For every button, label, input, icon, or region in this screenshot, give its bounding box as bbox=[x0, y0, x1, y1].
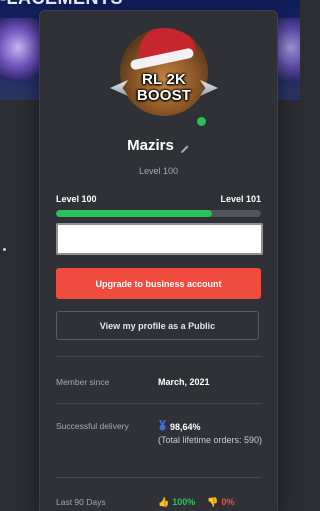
delivery-note: (Total lifetime orders: 590) bbox=[158, 435, 263, 445]
divider bbox=[56, 403, 261, 404]
positive-value: 100% bbox=[172, 497, 196, 507]
thumbs-down-icon: 👎 bbox=[207, 497, 219, 507]
member-since-label: Member since bbox=[56, 377, 110, 387]
background-dot bbox=[3, 248, 6, 251]
member-since-value: March, 2021 bbox=[158, 377, 210, 387]
xp-progress-bar bbox=[56, 210, 261, 217]
divider bbox=[56, 477, 261, 478]
negative-rating: 👎 0% bbox=[207, 497, 234, 508]
medal-icon bbox=[158, 420, 167, 431]
view-public-profile-button[interactable]: View my profile as a Public bbox=[56, 311, 259, 340]
background-header-title: -LACEMENTS bbox=[0, 0, 123, 9]
online-status-icon bbox=[195, 115, 208, 128]
successful-delivery-value: 98,64% (Total lifetime orders: 590) bbox=[158, 420, 273, 446]
avatar-text-line2: BOOST bbox=[136, 87, 192, 104]
divider bbox=[56, 356, 261, 357]
xp-next-level: Level 101 bbox=[220, 194, 261, 204]
avatar-badge-text: RL 2K BOOST bbox=[120, 72, 208, 104]
avatar-image: RL 2K BOOST bbox=[120, 28, 208, 116]
xp-current-level: Level 100 bbox=[56, 194, 97, 204]
profile-name: Mazirs bbox=[127, 137, 174, 154]
upgrade-business-button[interactable]: Upgrade to business account bbox=[56, 268, 261, 299]
successful-delivery-label: Successful delivery bbox=[56, 421, 129, 431]
avatar[interactable]: RL 2K BOOST bbox=[110, 28, 208, 128]
profile-name-row: Mazirs bbox=[40, 137, 277, 154]
last-90-days-label: Last 90 Days bbox=[56, 497, 106, 507]
avatar-text-line1: RL 2K bbox=[141, 71, 187, 88]
thumbs-up-icon: 👍 bbox=[158, 497, 170, 507]
profile-dropdown-panel: RL 2K BOOST Mazirs Level 100 Level 100 L… bbox=[39, 10, 278, 511]
blank-input-field[interactable] bbox=[56, 223, 263, 255]
positive-rating: 👍 100% bbox=[158, 497, 195, 508]
rating-row: 👍 100% 👎 0% bbox=[158, 497, 234, 508]
delivery-percent: 98,64% bbox=[170, 422, 201, 432]
xp-progress-fill bbox=[56, 210, 212, 217]
negative-value: 0% bbox=[221, 497, 235, 507]
pencil-icon[interactable] bbox=[180, 141, 190, 153]
xp-labels: Level 100 Level 101 bbox=[56, 194, 261, 204]
profile-level: Level 100 bbox=[138, 166, 179, 176]
